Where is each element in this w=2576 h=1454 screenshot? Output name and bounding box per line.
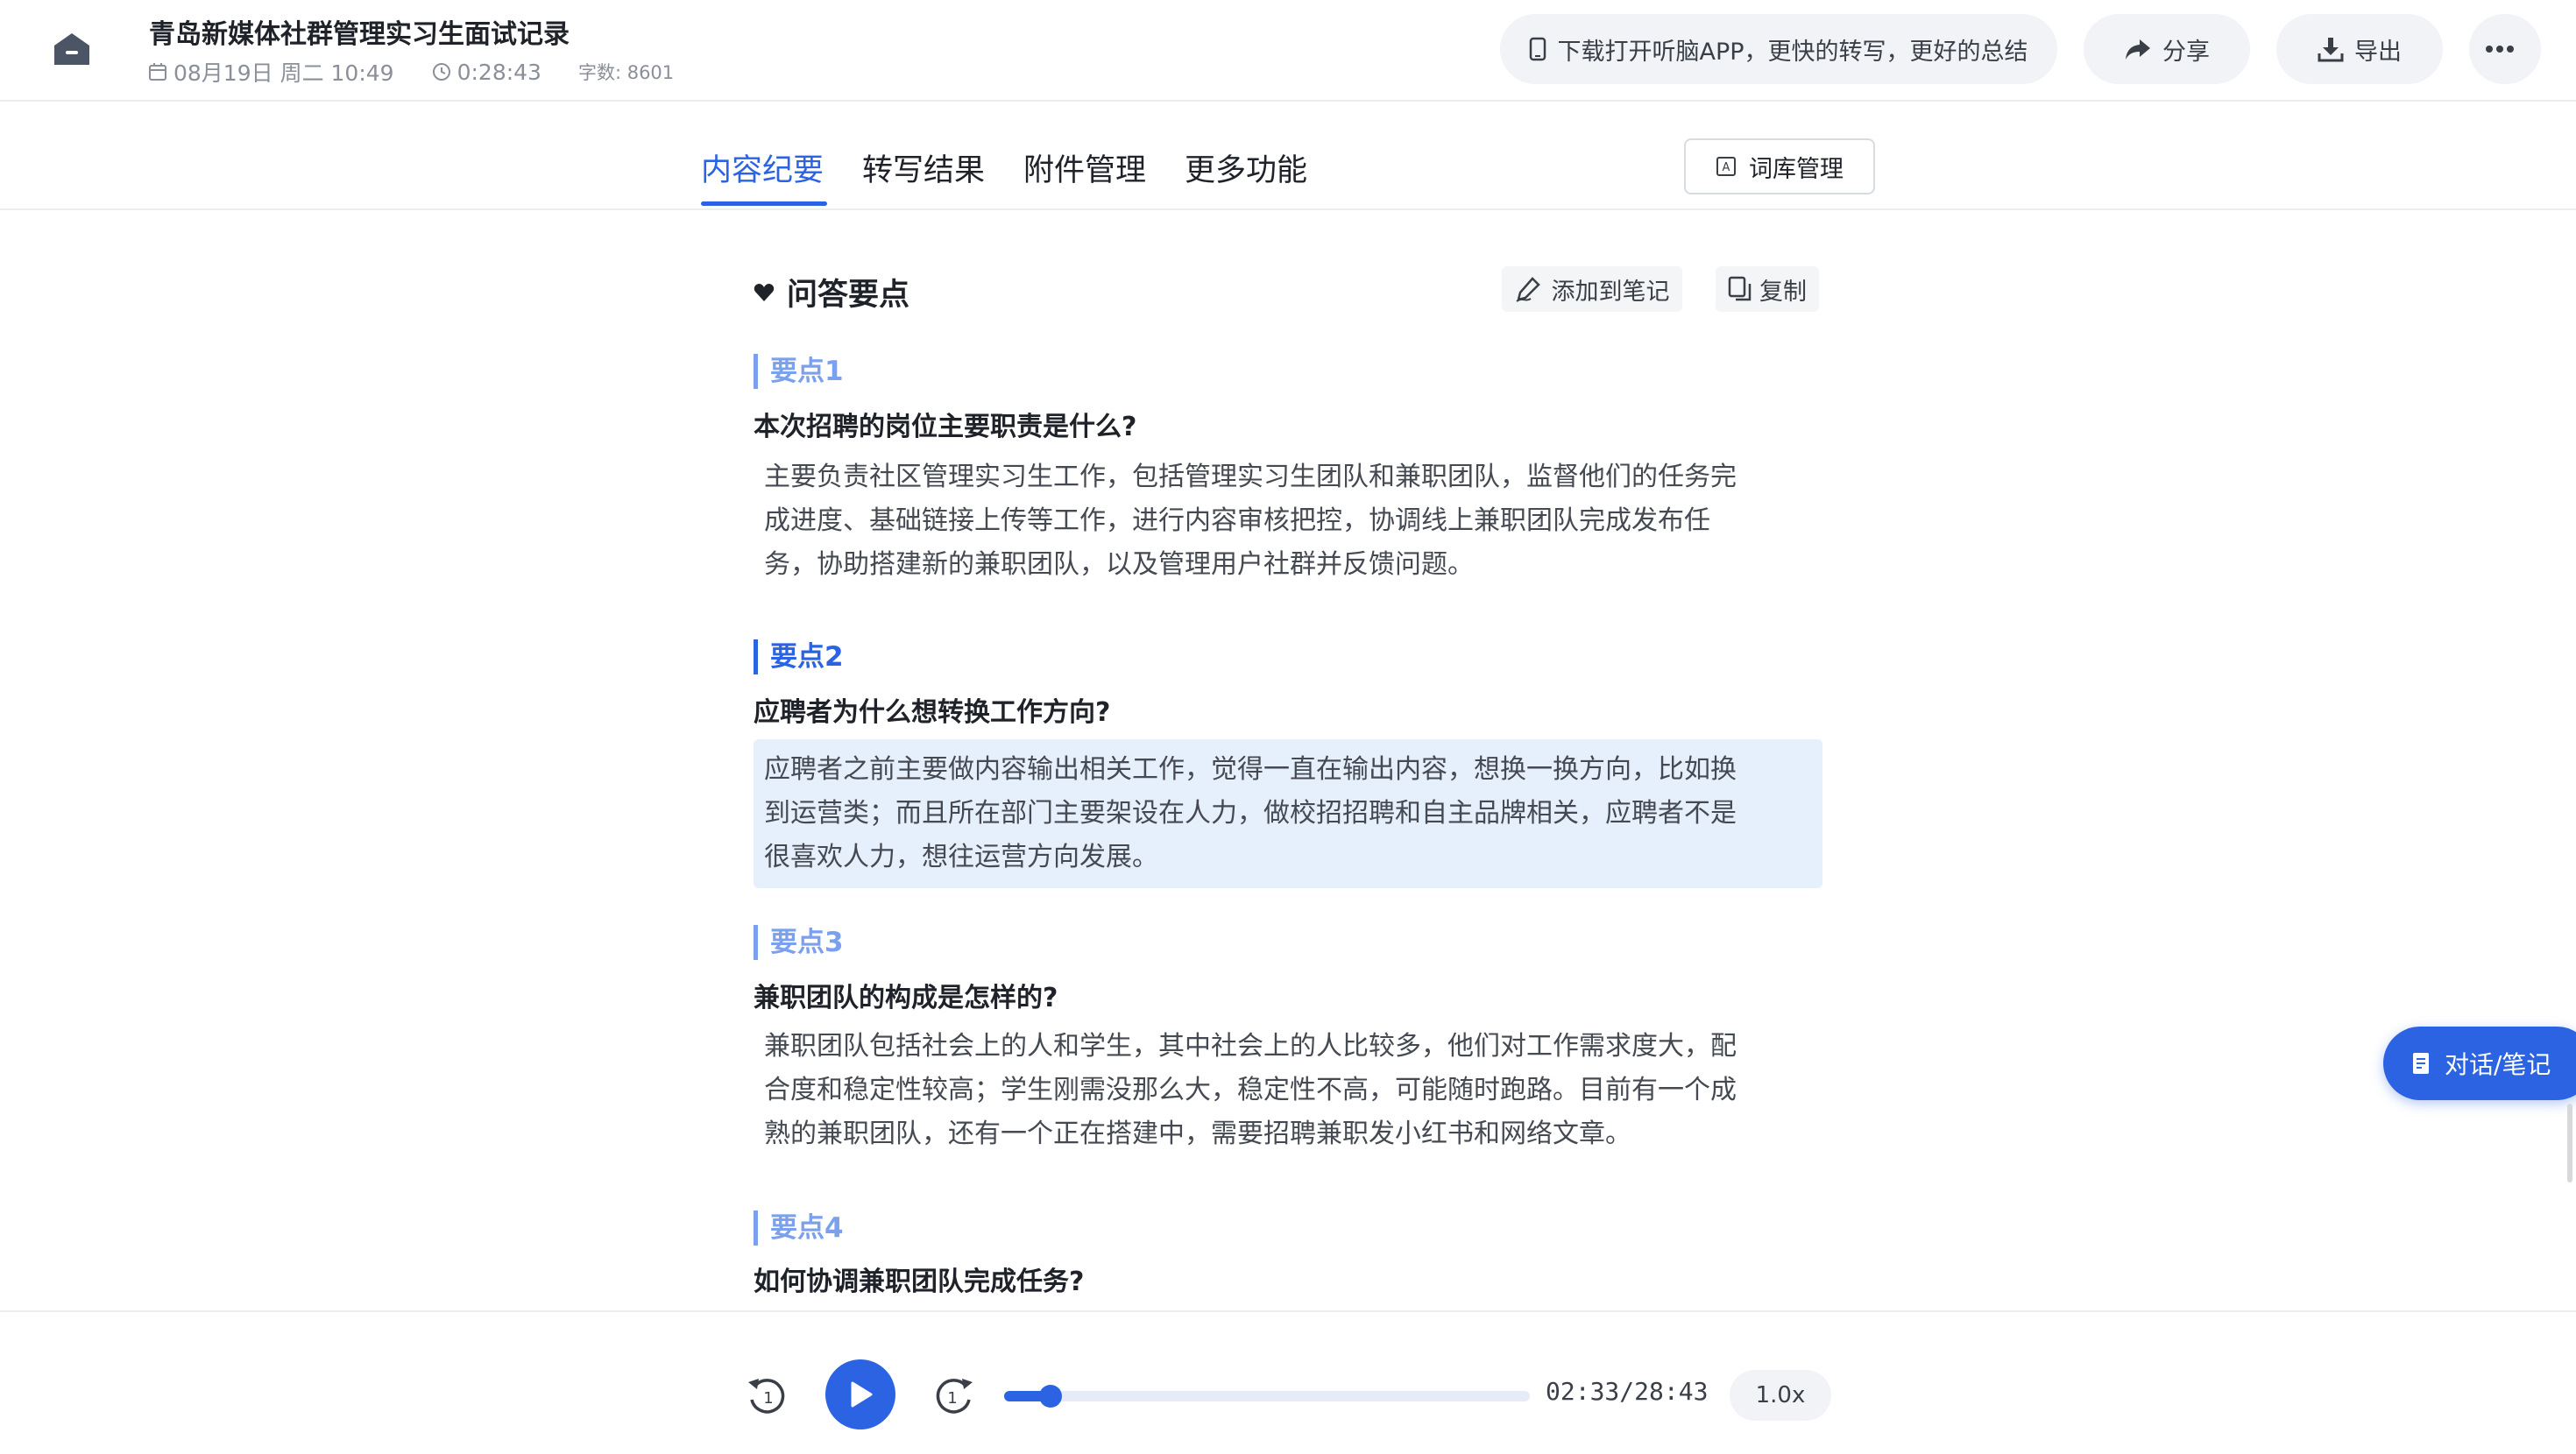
more-options-button[interactable]: [2469, 14, 2541, 84]
share-button[interactable]: 分享: [2084, 14, 2250, 84]
home-icon[interactable]: [53, 32, 91, 67]
tab-bar: 内容纪要 转写结果 附件管理 更多功能 A 词库管理: [0, 103, 2576, 210]
scrollbar[interactable]: [2567, 1104, 2572, 1182]
point-question-3: 兼职团队的构成是怎样的?: [754, 983, 1058, 1013]
word-count: 字数: 8601: [577, 62, 675, 83]
chat-notes-label: 对话/笔记: [2445, 1050, 2551, 1079]
point-answer-3[interactable]: 兼职团队包括社会上的人和学生，其中社会上的人比较多，他们对工作需求度大，配 合度…: [754, 1016, 1822, 1165]
export-label: 导出: [2354, 38, 2402, 66]
summary-content[interactable]: 问答要点 添加到笔记 复制 要点1 本次招聘的岗位主要职责是什么? 主要负责社区…: [0, 212, 2576, 1310]
rewind-icon[interactable]: 1: [745, 1373, 790, 1419]
point-label-3: 要点3: [754, 925, 844, 960]
answer-line: 主要负责社区管理实习生工作，包括管理实习生团队和兼职团队，监督他们的任务完: [764, 462, 1737, 492]
lexicon-manage-button[interactable]: A 词库管理: [1684, 138, 1875, 194]
tab-more-features[interactable]: 更多功能: [1185, 145, 1307, 190]
point-question-2: 应聘者为什么想转换工作方向?: [754, 697, 1111, 728]
date-text: 08月19日 周二 10:49: [173, 60, 394, 86]
download-app-label: 下载打开听脑APP，更快的转写，更好的总结: [1557, 38, 2028, 66]
progress-handle[interactable]: [1039, 1385, 1063, 1408]
notebook-icon: [2413, 1053, 2429, 1074]
add-to-note-button[interactable]: 添加到笔记: [1502, 266, 1682, 312]
play-icon: [851, 1381, 873, 1408]
phone-icon: [1530, 37, 1546, 61]
lexicon-icon: A: [1716, 157, 1736, 176]
answer-line: 到运营类；而且所在部门主要架设在人力，做校招招聘和自主品牌相关，应聘者不是: [764, 798, 1737, 829]
answer-line: 很喜欢人力，想往运营方向发展。: [764, 842, 1158, 872]
answer-line: 合度和稳定性较高；学生刚需没那么大，稳定性不高，可能随时跑路。目前有一个成: [764, 1075, 1737, 1105]
date-meta: 08月19日 周二 10:49: [147, 56, 394, 88]
answer-line: 熟的兼职团队，还有一个正在搭建中，需要招聘兼职发小红书和网络文章。: [764, 1119, 1631, 1149]
audio-player: 1 1 02:33/28:43 1.0x: [0, 1310, 2576, 1454]
tab-attachments[interactable]: 附件管理: [1023, 145, 1146, 190]
point-answer-2[interactable]: 应聘者之前主要做内容输出相关工作，觉得一直在输出内容，想换一换方向，比如换 到运…: [754, 739, 1822, 888]
progress-slider[interactable]: [1004, 1385, 1530, 1408]
top-header: 青岛新媒体社群管理实习生面试记录 08月19日 周二 10:49 0:28:43…: [0, 0, 2576, 102]
lexicon-icon-glyph: A: [1723, 161, 1730, 174]
copy-label: 复制: [1759, 278, 1807, 306]
tab-summary[interactable]: 内容纪要: [701, 145, 824, 190]
rewind-icon-glyph: 1: [763, 1389, 773, 1408]
answer-line: 兼职团队包括社会上的人和学生，其中社会上的人比较多，他们对工作需求度大，配: [764, 1031, 1737, 1062]
download-icon: [2318, 38, 2344, 62]
tab-transcript[interactable]: 转写结果: [862, 145, 985, 190]
qa-section-title: 问答要点: [787, 278, 910, 313]
answer-line: 应聘者之前主要做内容输出相关工作，觉得一直在输出内容，想换一换方向，比如换: [764, 754, 1737, 785]
pen-icon: [1515, 277, 1540, 302]
copy-icon: [1728, 276, 1752, 301]
download-app-button[interactable]: 下载打开听脑APP，更快的转写，更好的总结: [1500, 14, 2057, 84]
point-label-4: 要点4: [754, 1210, 844, 1246]
answer-line: 成进度、基础链接上传等工作，进行内容审核把控，协调线上兼职团队完成发布任: [764, 505, 1710, 536]
duration-meta: 0:28:43: [431, 60, 541, 85]
clock-icon: [432, 63, 450, 81]
calendar-icon: [149, 63, 166, 81]
playback-speed-button[interactable]: 1.0x: [1730, 1370, 1831, 1421]
more-icon: [2486, 46, 2514, 53]
forward-icon[interactable]: 1: [931, 1373, 976, 1419]
point-question-1: 本次招聘的岗位主要职责是什么?: [754, 412, 1137, 442]
qa-section-header[interactable]: 问答要点: [754, 270, 909, 314]
chat-notes-button[interactable]: 对话/笔记: [2383, 1027, 2576, 1100]
duration-text: 0:28:43: [456, 59, 541, 85]
share-label: 分享: [2162, 38, 2210, 66]
play-button[interactable]: [825, 1359, 895, 1429]
record-meta: 08月19日 周二 10:49 0:28:43 字数: 8601: [147, 56, 711, 88]
point-label-1: 要点1: [754, 354, 844, 389]
point-question-4: 如何协调兼职团队完成任务?: [754, 1267, 1085, 1297]
page-title: 青岛新媒体社群管理实习生面试记录: [149, 19, 570, 50]
answer-line: 务，协助搭建新的兼职团队，以及管理用户社群并反馈问题。: [764, 549, 1474, 580]
playback-time: 02:33/28:43: [1546, 1377, 1709, 1406]
forward-icon-glyph: 1: [947, 1389, 957, 1408]
point-label-2: 要点2: [754, 639, 844, 674]
add-to-note-label: 添加到笔记: [1551, 278, 1670, 306]
copy-button[interactable]: 复制: [1716, 266, 1819, 312]
heart-icon: [754, 283, 775, 301]
lexicon-manage-label: 词库管理: [1749, 155, 1844, 183]
share-icon: [2126, 39, 2150, 60]
export-button[interactable]: 导出: [2276, 14, 2443, 84]
active-tab-indicator: [701, 201, 827, 206]
point-answer-1[interactable]: 主要负责社区管理实习生工作，包括管理实习生团队和兼职团队，监督他们的任务完 成进…: [754, 447, 1822, 596]
